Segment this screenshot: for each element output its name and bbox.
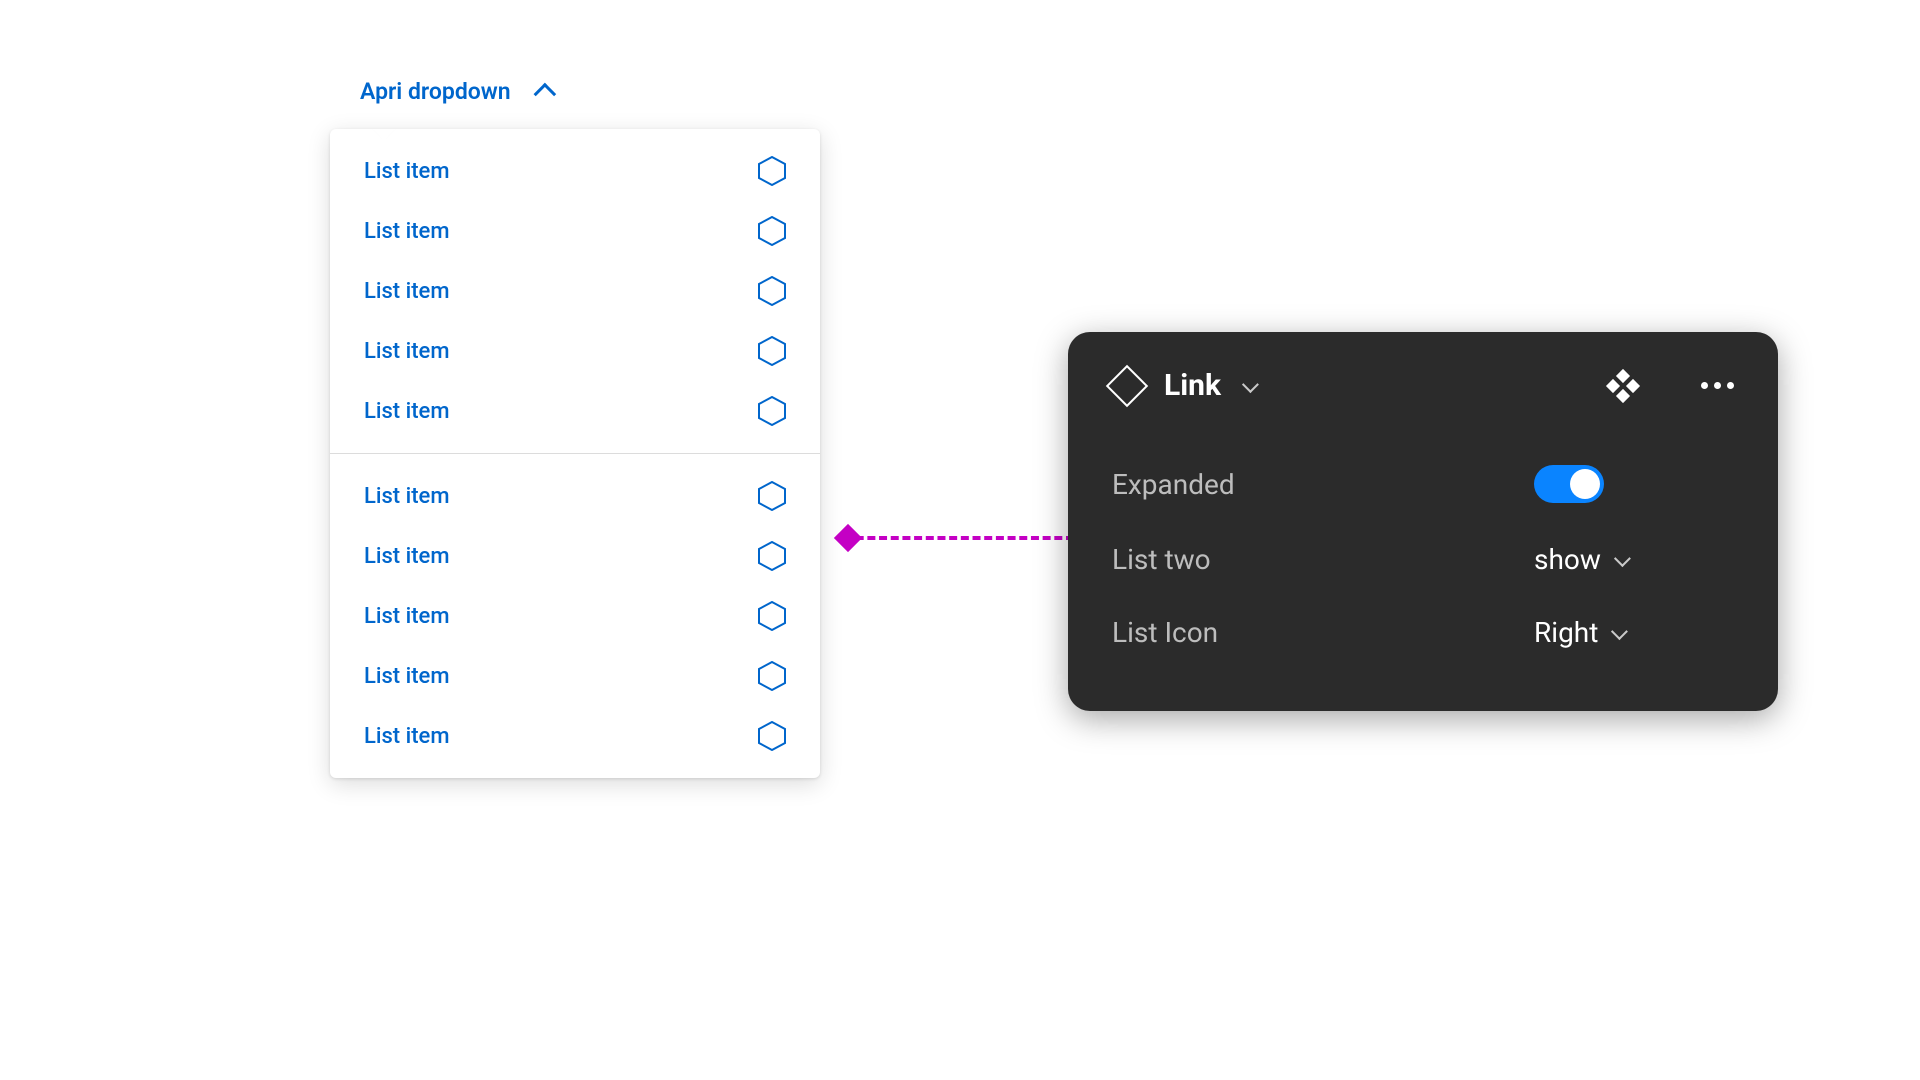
panel-header: Link (1112, 368, 1734, 403)
dropdown-group-1: List item List item List item List item (330, 129, 820, 453)
dropdown-panel: List item List item List item List item (330, 129, 820, 778)
hexagon-icon (758, 216, 786, 246)
connector-line (844, 536, 1074, 540)
dropdown-trigger[interactable]: Apri dropdown (330, 70, 820, 129)
prop-label: List Icon (1112, 616, 1218, 649)
list-item[interactable]: List item (330, 321, 820, 381)
chevron-down-icon (1611, 623, 1628, 640)
chevron-down-icon[interactable] (1242, 376, 1259, 393)
list-item-label: List item (364, 159, 450, 184)
panel-title: Link (1164, 368, 1221, 403)
list-item[interactable]: List item (330, 586, 820, 646)
list-item-label: List item (364, 219, 450, 244)
list-item-label: List item (364, 724, 450, 749)
list-item-label: List item (364, 339, 450, 364)
prop-value: show (1534, 543, 1601, 576)
chevron-up-icon (533, 82, 556, 105)
dropdown-component: Apri dropdown List item List item List i… (330, 70, 820, 778)
hexagon-icon (758, 601, 786, 631)
variants-grid-icon[interactable] (1609, 372, 1637, 400)
prop-label: List two (1112, 543, 1211, 576)
hexagon-icon (758, 541, 786, 571)
select-list-two[interactable]: show (1534, 543, 1734, 576)
list-item-label: List item (364, 664, 450, 689)
hexagon-icon (758, 481, 786, 511)
chevron-down-icon (1614, 550, 1631, 567)
list-item-label: List item (364, 279, 450, 304)
prop-label: Expanded (1112, 468, 1235, 501)
prop-list-two: List two show (1112, 523, 1734, 596)
select-list-icon[interactable]: Right (1534, 616, 1734, 649)
list-item[interactable]: List item (330, 646, 820, 706)
list-item-label: List item (364, 399, 450, 424)
hexagon-icon (758, 396, 786, 426)
toggle-expanded[interactable] (1534, 465, 1604, 503)
list-item[interactable]: List item (330, 466, 820, 526)
list-item[interactable]: List item (330, 261, 820, 321)
list-item-label: List item (364, 484, 450, 509)
more-icon[interactable] (1701, 382, 1734, 389)
toggle-knob (1570, 469, 1600, 499)
list-item[interactable]: List item (330, 381, 820, 441)
hexagon-icon (758, 336, 786, 366)
dropdown-trigger-label: Apri dropdown (360, 78, 511, 105)
prop-list-icon: List Icon Right (1112, 596, 1734, 669)
component-icon (1106, 364, 1148, 406)
hexagon-icon (758, 276, 786, 306)
list-item[interactable]: List item (330, 526, 820, 586)
list-item[interactable]: List item (330, 141, 820, 201)
list-item-label: List item (364, 544, 450, 569)
prop-expanded: Expanded (1112, 445, 1734, 523)
list-item[interactable]: List item (330, 706, 820, 766)
hexagon-icon (758, 721, 786, 751)
hexagon-icon (758, 156, 786, 186)
hexagon-icon (758, 661, 786, 691)
list-item-label: List item (364, 604, 450, 629)
dropdown-group-2: List item List item List item List item (330, 454, 820, 778)
list-item[interactable]: List item (330, 201, 820, 261)
properties-panel: Link Expanded List two show List Icon Ri… (1068, 332, 1778, 711)
prop-value: Right (1534, 616, 1598, 649)
